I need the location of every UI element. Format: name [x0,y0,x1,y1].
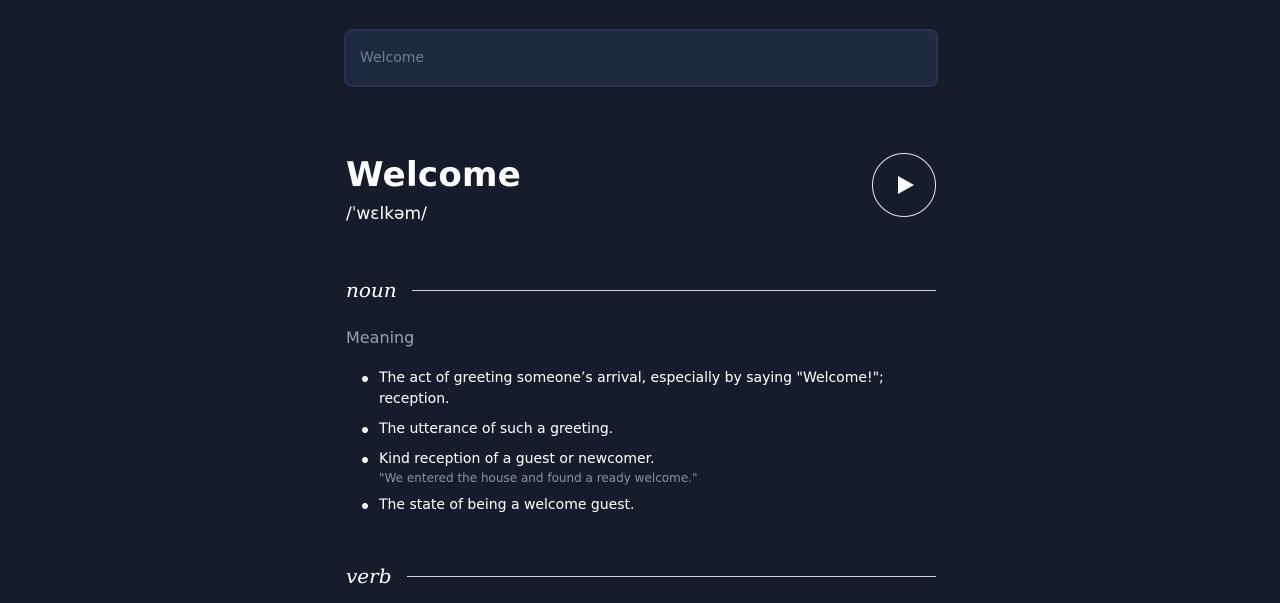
definition-text: The act of greeting someone’s arrival, e… [379,370,884,407]
play-icon [898,176,914,194]
part-of-speech-label: noun [346,278,397,302]
divider-line [411,289,936,291]
definition-text: Kind reception of a guest or newcomer. [379,451,655,467]
definition-item: The act of greeting someone’s arrival, e… [362,368,909,410]
search-input[interactable] [344,29,938,87]
definition-list: The act of greeting someone’s arrival, e… [344,368,909,516]
content-column: Welcome /ˈwɛlkəm/ noun Meaning The act o… [344,29,938,588]
phonetic-text: /ˈwɛlkəm/ [346,204,427,224]
definition-item: The state of being a welcome guest. [362,495,909,516]
definition-example: "We entered the house and found a ready … [379,471,698,485]
part-of-speech-verb: verb [346,564,936,588]
definition-item: Kind reception of a guest or newcomer. "… [362,449,909,486]
play-audio-button[interactable] [872,153,936,217]
meaning-heading: Meaning [346,328,415,347]
word-title: Welcome [346,155,522,195]
word-header: Welcome /ˈwɛlkəm/ [344,153,938,245]
definition-item: The utterance of such a greeting. [362,419,909,440]
definition-text: The state of being a welcome guest. [379,497,635,513]
definition-text: The utterance of such a greeting. [379,421,614,437]
part-of-speech-noun: noun [346,278,936,302]
dictionary-page: Welcome /ˈwɛlkəm/ noun Meaning The act o… [0,0,1280,603]
divider-line [406,575,936,577]
part-of-speech-label: verb [346,564,392,588]
